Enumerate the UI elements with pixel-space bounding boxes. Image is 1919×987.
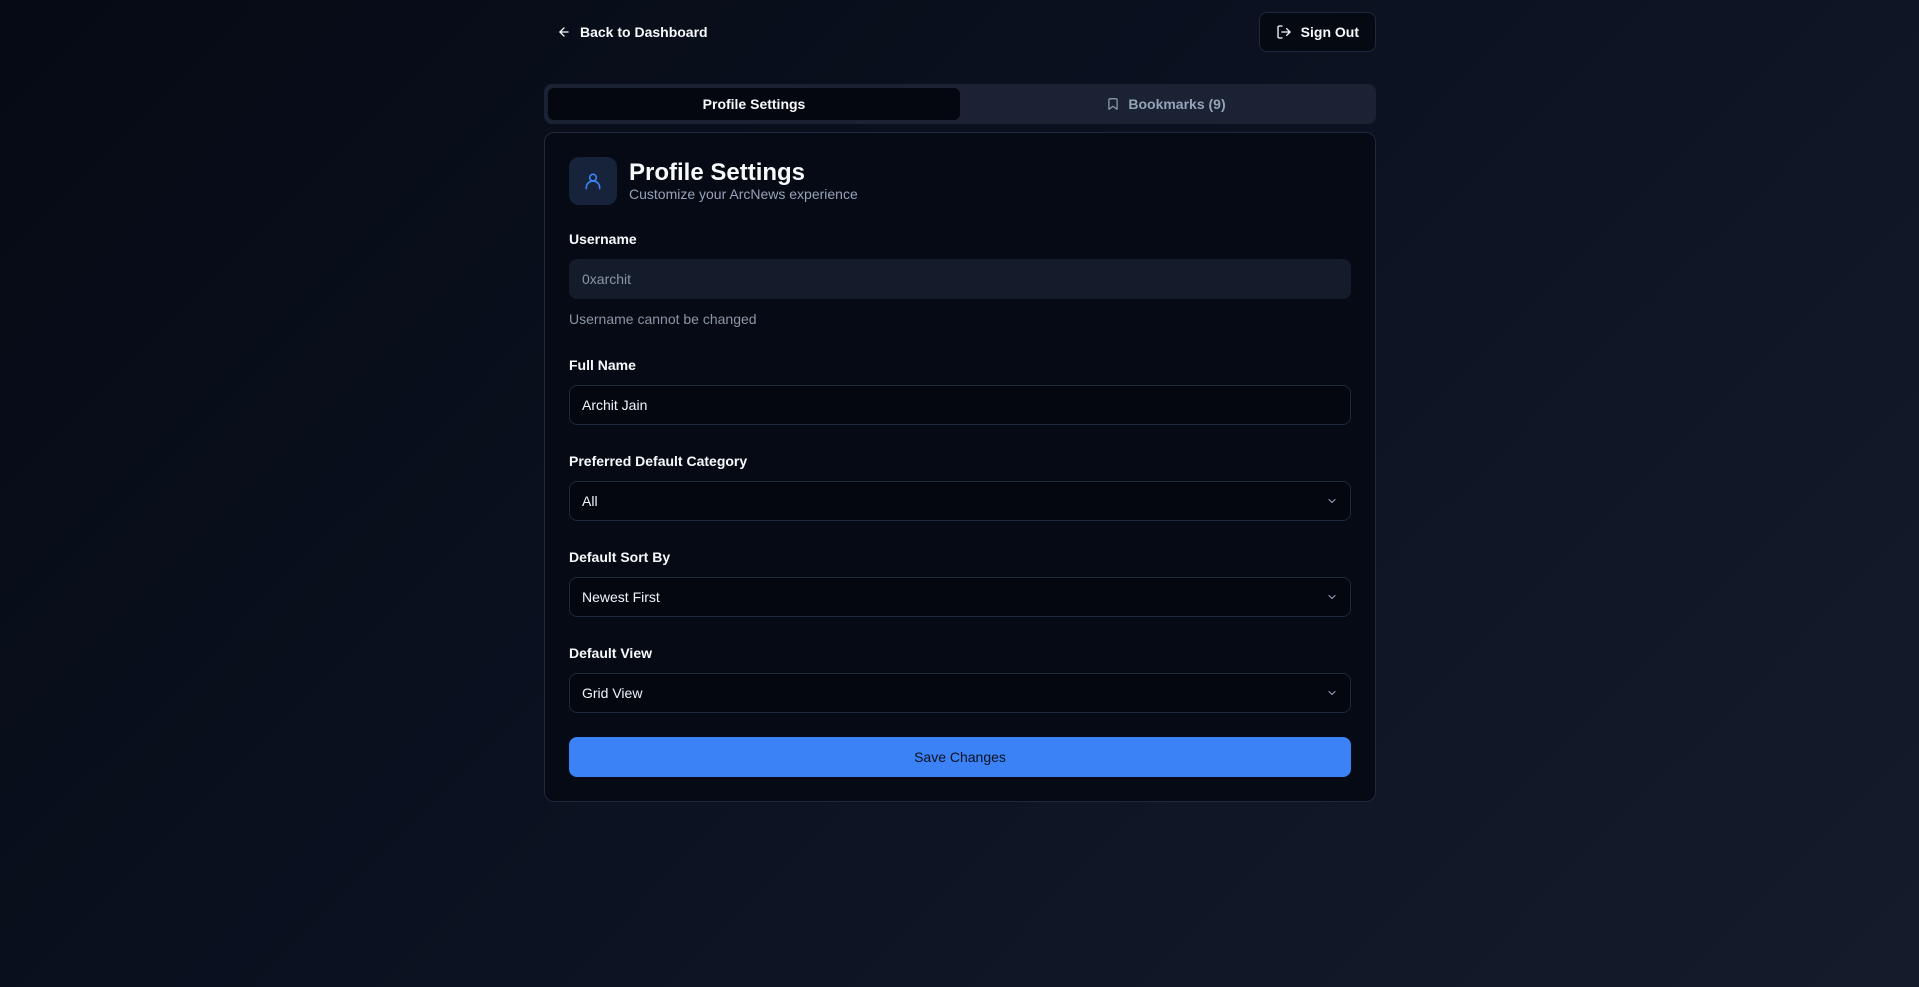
username-hint: Username cannot be changed bbox=[569, 311, 757, 327]
tab-bookmarks[interactable]: Bookmarks (9) bbox=[960, 88, 1372, 120]
chevron-down-icon bbox=[1326, 591, 1338, 603]
category-select[interactable]: All bbox=[569, 481, 1351, 521]
user-icon bbox=[569, 157, 617, 205]
full-name-label: Full Name bbox=[569, 357, 636, 373]
log-out-icon bbox=[1276, 24, 1292, 40]
username-field[interactable]: 0xarchit bbox=[569, 259, 1351, 299]
card-header: Profile Settings Customize your ArcNews … bbox=[569, 157, 1351, 205]
username-value: 0xarchit bbox=[582, 271, 632, 287]
view-select[interactable]: Grid View bbox=[569, 673, 1351, 713]
back-to-dashboard-button[interactable]: Back to Dashboard bbox=[544, 12, 721, 52]
settings-tabs: Profile Settings Bookmarks (9) bbox=[544, 84, 1376, 124]
arrow-left-icon bbox=[557, 25, 571, 39]
view-value: Grid View bbox=[582, 685, 643, 701]
category-value: All bbox=[582, 493, 598, 509]
username-label: Username bbox=[569, 231, 637, 247]
sort-group: Default Sort By Newest First bbox=[569, 549, 1351, 617]
tab-bookmarks-label: Bookmarks (9) bbox=[1128, 96, 1226, 112]
card-title: Profile Settings bbox=[629, 159, 806, 186]
card-subtitle: Customize your ArcNews experience bbox=[629, 186, 858, 202]
category-label: Preferred Default Category bbox=[569, 453, 748, 469]
sign-out-label: Sign Out bbox=[1300, 24, 1359, 40]
save-changes-label: Save Changes bbox=[914, 749, 1006, 765]
profile-settings-card: Profile Settings Customize your ArcNews … bbox=[544, 132, 1376, 802]
full-name-field[interactable]: Archit Jain bbox=[569, 385, 1351, 425]
tab-profile-settings-label: Profile Settings bbox=[702, 96, 806, 112]
back-to-dashboard-label: Back to Dashboard bbox=[580, 24, 708, 40]
category-group: Preferred Default Category All bbox=[569, 453, 1351, 521]
view-label: Default View bbox=[569, 645, 652, 661]
full-name-group: Full Name Archit Jain bbox=[569, 357, 1351, 425]
username-group: Username 0xarchit Username cannot be cha… bbox=[569, 231, 1351, 327]
sign-out-button[interactable]: Sign Out bbox=[1258, 12, 1376, 52]
chevron-down-icon bbox=[1326, 495, 1338, 507]
bookmark-icon bbox=[1106, 97, 1120, 111]
view-group: Default View Grid View bbox=[569, 645, 1351, 713]
tab-profile-settings[interactable]: Profile Settings bbox=[548, 88, 960, 120]
save-changes-button[interactable]: Save Changes bbox=[569, 737, 1351, 777]
sort-label: Default Sort By bbox=[569, 549, 671, 565]
sort-select[interactable]: Newest First bbox=[569, 577, 1351, 617]
profile-page: Back to Dashboard Sign Out Profile Setti… bbox=[544, 12, 1376, 802]
full-name-value: Archit Jain bbox=[582, 397, 648, 413]
sort-value: Newest First bbox=[582, 589, 660, 605]
top-bar: Back to Dashboard Sign Out bbox=[544, 12, 1376, 52]
chevron-down-icon bbox=[1326, 687, 1338, 699]
